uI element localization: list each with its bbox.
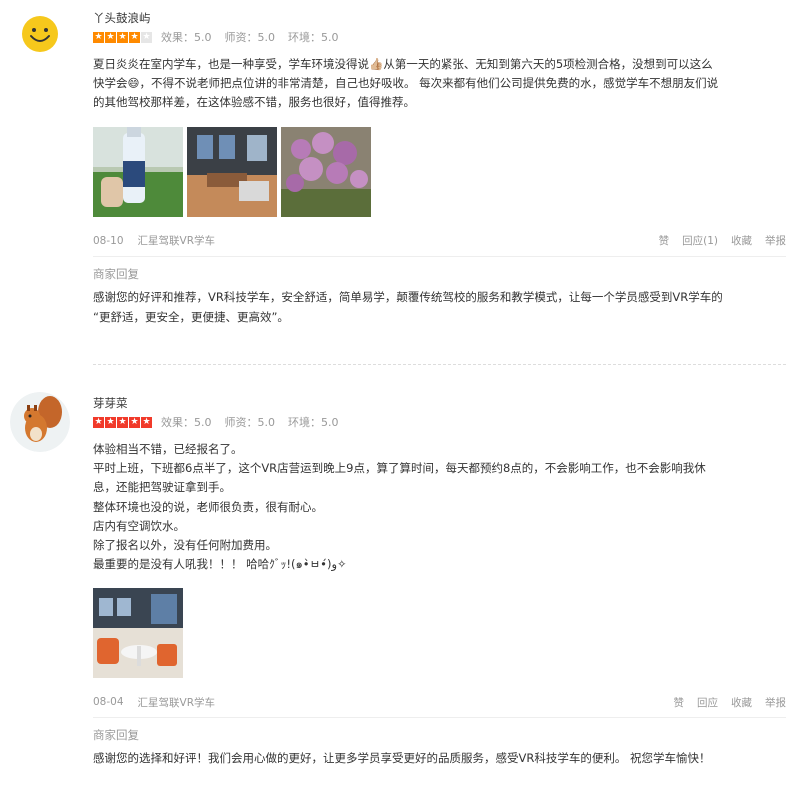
star-icon: ★ bbox=[93, 31, 104, 43]
review-actions: 赞 回应 收藏 举报 bbox=[674, 695, 787, 710]
review-footer: 08-10 汇星驾联VR学车 赞 回应(1) 收藏 举报 bbox=[93, 233, 786, 249]
review-text: 夏日炎炎在室内学车，也是一种享受，学车环境没得说👍🏼从第一天的紧张、无知到第六天… bbox=[93, 55, 786, 113]
star-icon: ★ bbox=[141, 31, 152, 43]
review-photo-office[interactable] bbox=[187, 126, 277, 217]
star-rating: ★ ★ ★ ★ ★ bbox=[93, 31, 152, 43]
avatar[interactable] bbox=[20, 14, 60, 54]
review-text: 体验相当不错，已经报名了。 平时上班，下班都6点半了，这个VR店营运到晚上9点，… bbox=[93, 440, 786, 574]
review-line: 最重要的是没有人吼我！！！ 哈哈ｸﾞｯ!(๑•̀ㅂ•́)و✧ bbox=[93, 557, 347, 572]
username[interactable]: 芽芽菜 bbox=[93, 395, 786, 411]
star-icon: ★ bbox=[105, 416, 116, 428]
review-photos bbox=[93, 588, 786, 679]
score-teacher: 师资：5.0 bbox=[224, 31, 276, 44]
review-photo-water-bottle[interactable] bbox=[93, 126, 183, 217]
squirrel-avatar-icon bbox=[10, 392, 70, 452]
review-actions: 赞 回应(1) 收藏 举报 bbox=[659, 233, 786, 248]
review-line: 体验相当不错，已经报名了。 bbox=[93, 442, 243, 456]
merchant-reply-line: “更舒适，更安全，更便捷、更高效”。 bbox=[93, 310, 289, 324]
rating-row: ★ ★ ★ ★ ★ 效果：5.0 师资：5.0 环境：5.0 bbox=[93, 414, 786, 430]
review-separator bbox=[93, 364, 786, 365]
star-icon: ★ bbox=[117, 416, 128, 428]
star-icon: ★ bbox=[129, 31, 140, 43]
like-button[interactable]: 赞 bbox=[674, 695, 685, 710]
star-icon: ★ bbox=[141, 416, 152, 428]
score-environment: 环境：5.0 bbox=[288, 416, 339, 429]
star-icon: ★ bbox=[93, 416, 104, 428]
merchant-reply: 商家回复 感谢您的选择和好评！我们会用心做的更好，让更多学员享受更好的品质服务，… bbox=[93, 727, 786, 768]
review-photos bbox=[93, 126, 786, 217]
star-icon: ★ bbox=[117, 31, 128, 43]
favorite-button[interactable]: 收藏 bbox=[731, 233, 752, 248]
smiley-avatar-icon bbox=[20, 14, 60, 54]
rating-row: ★ ★ ★ ★ ★ 效果：5.0 师资：5.0 环境：5.0 bbox=[93, 29, 786, 45]
username[interactable]: 丫头鼓浪屿 bbox=[93, 10, 786, 26]
merchant-reply: 商家回复 感谢您的好评和推荐，VR科技学车，安全舒适，简单易学，颠覆传统驾校的服… bbox=[93, 266, 786, 327]
review-line: 平时上班，下班都6点半了，这个VR店营运到晚上9点，算了算时间，每天都预约8点的… bbox=[93, 461, 706, 476]
merchant-reply-title: 商家回复 bbox=[93, 728, 139, 742]
avatar[interactable] bbox=[10, 392, 70, 452]
like-button[interactable]: 赞 bbox=[659, 233, 670, 248]
review-footer: 08-04 汇星驾联VR学车 赞 回应 收藏 举报 bbox=[93, 694, 786, 710]
review-line: 息，还能把驾驶证拿到手。 bbox=[93, 480, 231, 495]
score-teacher: 师资：5.0 bbox=[224, 416, 276, 429]
review-line: 的其他驾校那样差，在这体验感不错，服务也很好，值得推荐。 bbox=[93, 95, 415, 110]
star-rating: ★ ★ ★ ★ ★ bbox=[93, 416, 152, 428]
report-button[interactable]: 举报 bbox=[765, 233, 786, 248]
store-name[interactable]: 汇星驾联VR学车 bbox=[138, 695, 215, 710]
review-line: 除了报名以外，没有任何附加费用。 bbox=[93, 538, 277, 553]
review-line: 快学会😄，不得不说老师把点位讲的非常清楚，自己也好吸收。 每次来都有他们公司提供… bbox=[93, 76, 719, 91]
score-environment: 环境：5.0 bbox=[288, 31, 339, 44]
review-photo-lounge[interactable] bbox=[93, 588, 183, 679]
merchant-reply-text: 感谢您的好评和推荐，VR科技学车，安全舒适，简单易学，颠覆传统驾校的服务和教学模… bbox=[93, 287, 786, 327]
review-line: 整体环境也没的说，老师很负责，很有耐心。 bbox=[93, 499, 323, 514]
merchant-reply-line: 感谢您的好评和推荐，VR科技学车，安全舒适，简单易学，颠覆传统驾校的服务和教学模… bbox=[93, 290, 723, 304]
merchant-reply-text: 感谢您的选择和好评！我们会用心做的更好，让更多学员享受更好的品质服务，感受VR科… bbox=[93, 748, 786, 768]
score-effect: 效果：5.0 bbox=[161, 31, 212, 44]
review-date: 08-10 bbox=[93, 234, 124, 247]
review-line: 夏日炎炎在室内学车，也是一种享受，学车环境没得说👍🏼从第一天的紧张、无知到第六天… bbox=[93, 57, 713, 71]
merchant-reply-line: 感谢您的选择和好评！我们会用心做的更好，让更多学员享受更好的品质服务，感受VR科… bbox=[93, 751, 711, 765]
merchant-reply-title: 商家回复 bbox=[93, 267, 139, 281]
reply-button[interactable]: 回应(1) bbox=[682, 233, 718, 248]
divider bbox=[93, 256, 786, 257]
favorite-button[interactable]: 收藏 bbox=[731, 695, 752, 710]
score-effect: 效果：5.0 bbox=[161, 416, 212, 429]
review-line: 店内有空调饮水。 bbox=[93, 518, 185, 533]
review-photo-flowers[interactable] bbox=[281, 126, 371, 217]
divider bbox=[93, 717, 786, 718]
star-icon: ★ bbox=[129, 416, 140, 428]
report-button[interactable]: 举报 bbox=[765, 695, 786, 710]
store-name[interactable]: 汇星驾联VR学车 bbox=[138, 233, 215, 248]
reply-button[interactable]: 回应 bbox=[697, 695, 718, 710]
review-date: 08-04 bbox=[93, 696, 124, 709]
star-icon: ★ bbox=[105, 31, 116, 43]
